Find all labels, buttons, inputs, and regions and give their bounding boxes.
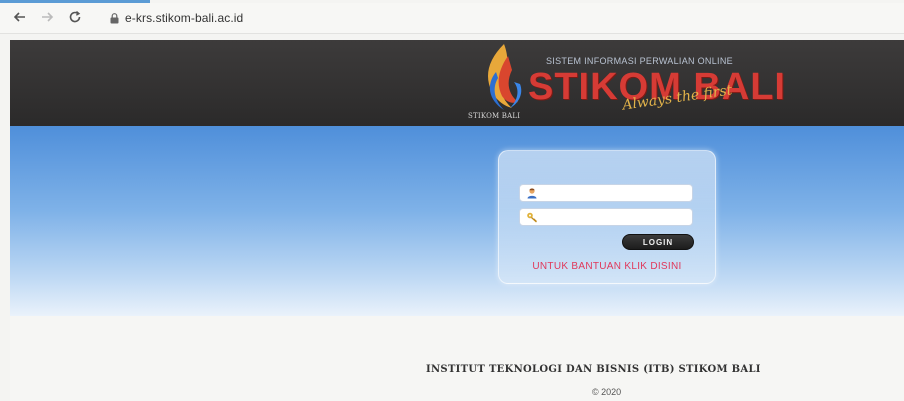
page-bottom: [10, 316, 904, 401]
username-input[interactable]: [540, 186, 688, 200]
back-arrow-icon: [13, 12, 25, 22]
institution-name: INSTITUT TEKNOLOGI DAN BISNIS (ITB) STIK…: [426, 364, 761, 375]
url-text: e-krs.stikom-bali.ac.id: [125, 11, 244, 25]
password-input[interactable]: [540, 210, 688, 224]
login-panel: LOGIN UNTUK BANTUAN KLIK DISINI: [498, 150, 716, 284]
password-field[interactable]: [519, 208, 693, 226]
user-icon: [524, 185, 540, 201]
browser-toolbar: e-krs.stikom-bali.ac.id: [0, 3, 904, 34]
page-header: STIKOM BALI SISTEM INFORMASI PERWALIAN O…: [10, 40, 904, 126]
help-link[interactable]: UNTUK BANTUAN KLIK DISINI: [499, 261, 715, 272]
site-logo: STIKOM BALI SISTEM INFORMASI PERWALIAN O…: [468, 42, 785, 126]
forward-arrow-icon: [42, 12, 54, 22]
main-background: [10, 126, 904, 316]
copyright-text: © 2020: [592, 387, 622, 397]
lock-icon: [110, 12, 119, 23]
key-icon: [524, 209, 540, 225]
logo-subtitle: SISTEM INFORMASI PERWALIAN ONLINE: [546, 56, 733, 66]
logo-small-text: STIKOM BALI: [468, 112, 521, 120]
flame-logo-icon: [488, 44, 522, 110]
reload-icon: [69, 10, 81, 23]
login-button[interactable]: LOGIN: [622, 234, 694, 250]
back-button[interactable]: [10, 7, 30, 27]
reload-button[interactable]: [65, 7, 85, 27]
forward-button[interactable]: [37, 7, 57, 27]
username-field[interactable]: [519, 184, 693, 202]
address-bar[interactable]: e-krs.stikom-bali.ac.id: [110, 9, 243, 27]
